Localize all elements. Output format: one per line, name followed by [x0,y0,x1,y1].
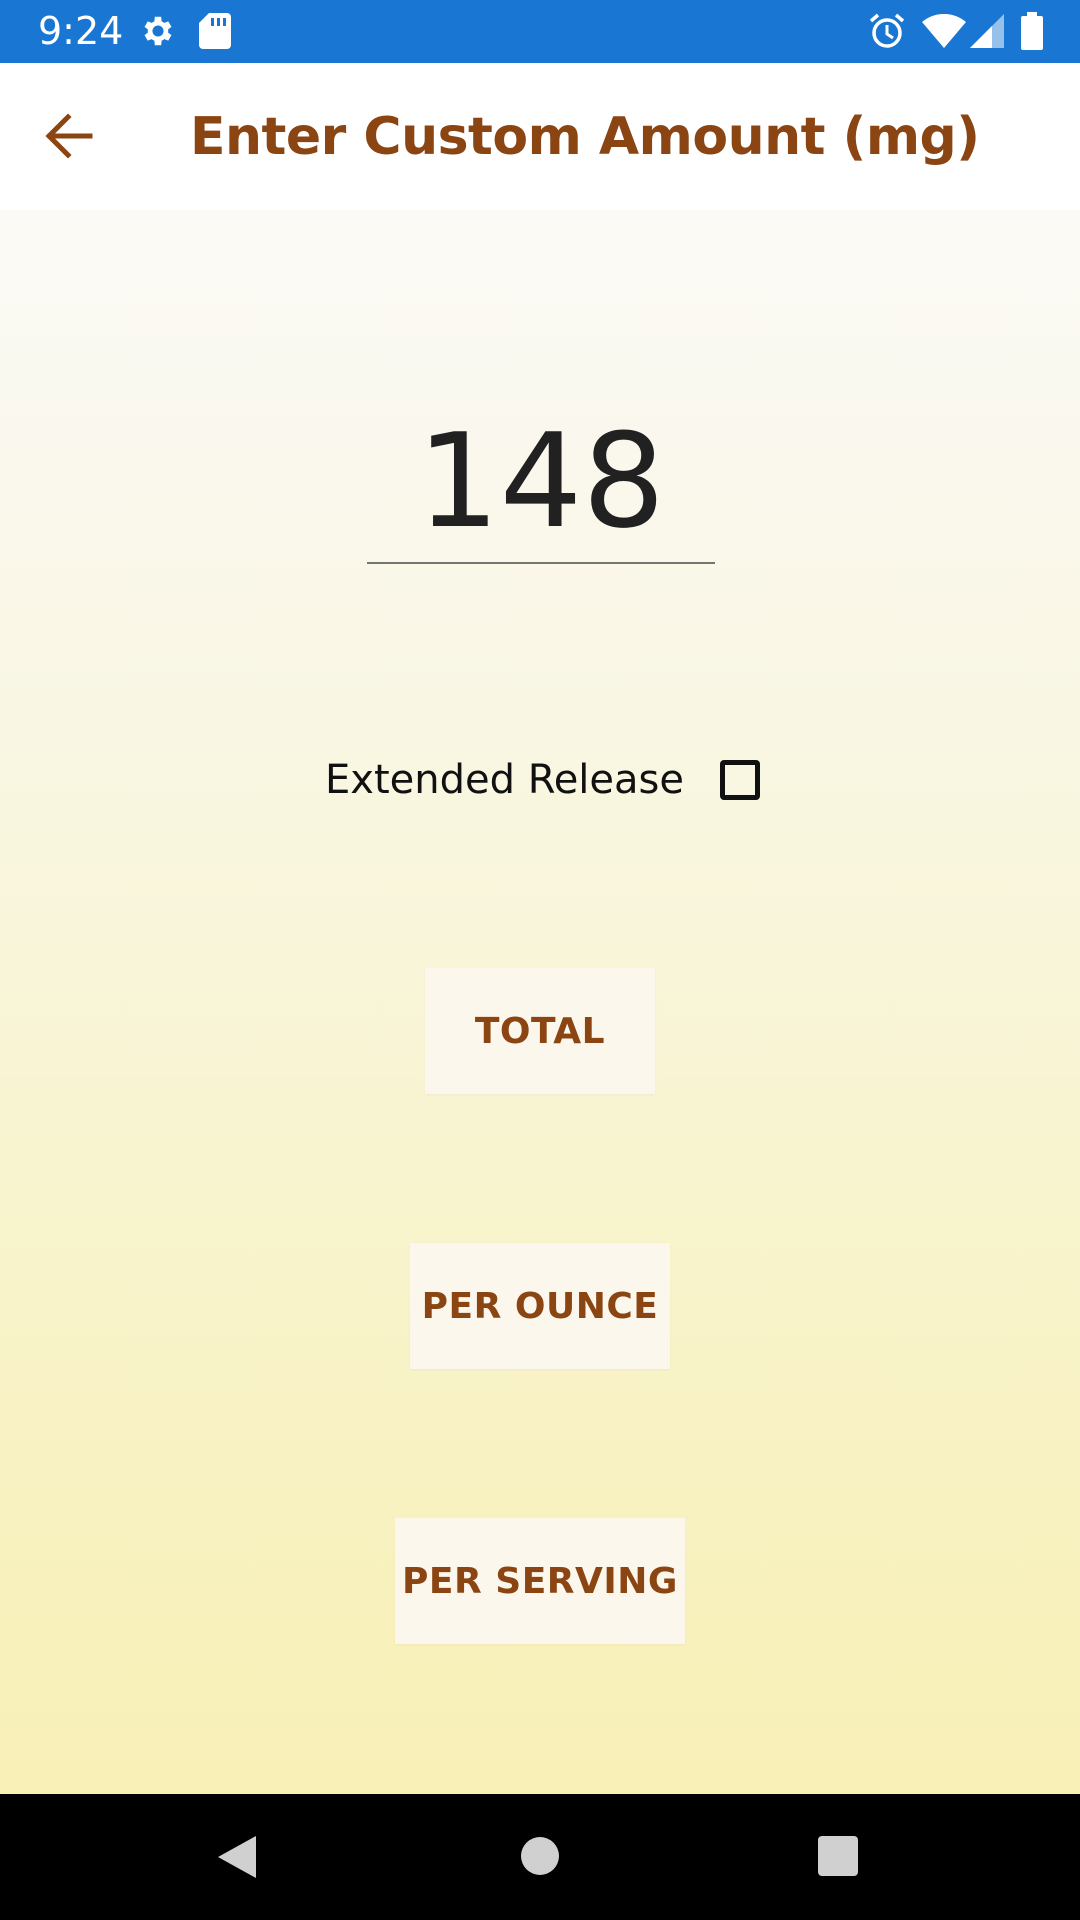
extended-release-row[interactable]: Extended Release [325,750,760,810]
per-serving-button[interactable]: PER SERVING [395,1518,685,1644]
app-bar: Enter Custom Amount (mg) [0,63,1080,210]
back-triangle-icon[interactable] [216,1834,258,1885]
sd-card-icon [199,13,231,54]
extended-release-label: Extended Release [325,757,684,803]
navigation-bar [0,1794,1080,1920]
amount-input[interactable] [367,400,715,564]
status-time: 9:24 [38,9,124,53]
wifi-icon [922,13,966,53]
extended-release-checkbox[interactable] [719,760,760,800]
page-title: Enter Custom Amount (mg) [190,107,980,167]
battery-icon [1021,12,1043,55]
status-bar: 9:24 [0,0,1080,63]
back-arrow-icon[interactable] [40,111,100,161]
alarm-icon [868,12,906,55]
recents-square-icon[interactable] [817,1835,859,1882]
settings-icon [139,12,177,55]
signal-icon [970,14,1004,53]
per-ounce-button[interactable]: PER OUNCE [410,1243,670,1369]
home-circle-icon[interactable] [520,1836,560,1881]
main-content: Extended Release TOTAL PER OUNCE PER SER… [0,210,1080,1794]
total-button[interactable]: TOTAL [425,968,655,1094]
